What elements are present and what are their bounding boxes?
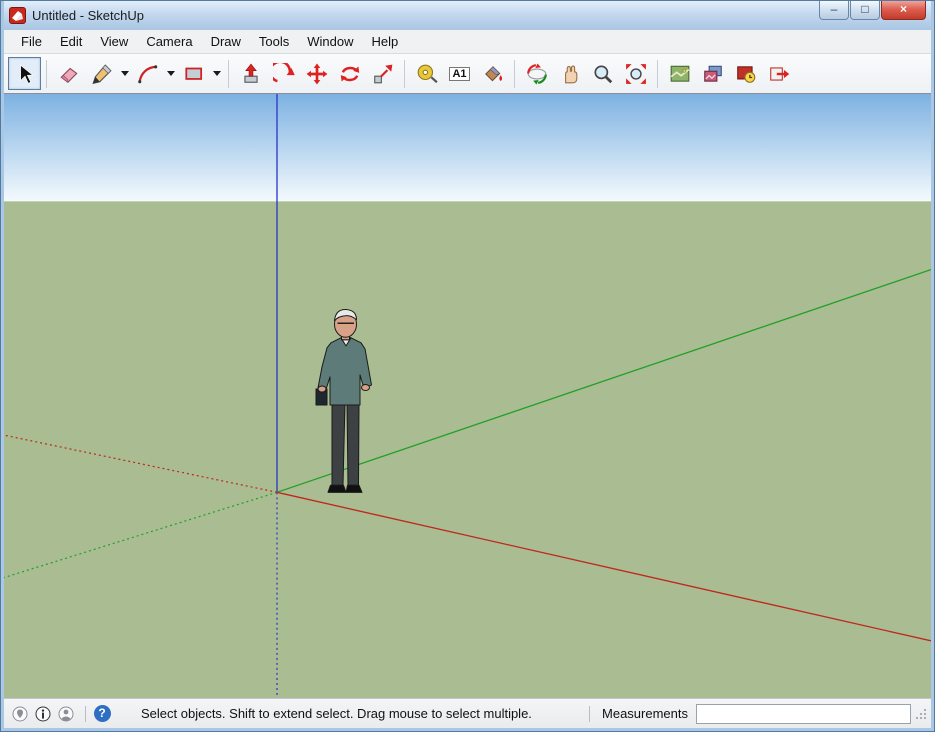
measurements-input[interactable] [696, 704, 911, 724]
push-pull-icon [240, 63, 262, 85]
close-button[interactable]: × [881, 1, 926, 20]
photo-textures-icon [702, 63, 724, 85]
measurements-label: Measurements [602, 706, 688, 721]
sketchup-logo-icon [9, 7, 26, 24]
push-pull-tool-button[interactable] [234, 57, 267, 90]
maximize-button[interactable]: □ [850, 1, 880, 20]
line-tool-dropdown[interactable] [118, 57, 131, 90]
person-shoe [328, 485, 346, 492]
rectangle-tool-dropdown[interactable] [210, 57, 223, 90]
rectangle-icon [183, 63, 205, 85]
window-title: Untitled - SketchUp [32, 8, 144, 23]
add-location-button[interactable] [663, 57, 696, 90]
text-tool-icon: A1 [449, 67, 469, 81]
follow-me-icon [273, 63, 295, 85]
tape-measure-tool-button[interactable] [410, 57, 443, 90]
menu-edit[interactable]: Edit [51, 31, 91, 52]
person-hand [318, 386, 326, 392]
share-model-icon [768, 63, 790, 85]
toolbar-separator [404, 60, 405, 88]
geolocation-icon [11, 705, 29, 723]
statusbar-separator [85, 706, 86, 722]
chevron-down-icon [121, 71, 129, 76]
rotate-icon [339, 63, 361, 85]
sign-in-status-button[interactable] [56, 704, 76, 724]
measurements-area: Measurements [583, 704, 927, 724]
title-bar[interactable]: Untitled - SketchUp – □ × [4, 1, 931, 30]
pan-tool-button[interactable] [553, 57, 586, 90]
paint-bucket-icon [482, 63, 504, 85]
toolbar-separator [46, 60, 47, 88]
tape-measure-icon [416, 63, 438, 85]
rotate-tool-button[interactable] [333, 57, 366, 90]
viewport [4, 94, 931, 698]
window-controls: – □ × [818, 1, 926, 20]
arc-icon [137, 63, 159, 85]
get-models-button[interactable] [729, 57, 762, 90]
pencil-icon [91, 63, 113, 85]
sketchup-window: Untitled - SketchUp – □ × File Edit View… [0, 0, 935, 732]
scale-icon [372, 63, 394, 85]
menu-camera[interactable]: Camera [137, 31, 201, 52]
toolbar-separator [228, 60, 229, 88]
toolbar-separator [514, 60, 515, 88]
follow-me-tool-button[interactable] [267, 57, 300, 90]
chevron-down-icon [167, 71, 175, 76]
move-icon [306, 63, 328, 85]
chevron-down-icon [213, 71, 221, 76]
menu-tools[interactable]: Tools [250, 31, 298, 52]
orbit-icon [526, 63, 548, 85]
resize-grip[interactable] [915, 708, 927, 720]
eraser-tool-button[interactable] [52, 57, 85, 90]
line-tool-button[interactable] [85, 57, 118, 90]
scale-tool-button[interactable] [366, 57, 399, 90]
help-button[interactable]: ? [92, 704, 112, 724]
menu-help[interactable]: Help [363, 31, 408, 52]
resize-grip-icon [915, 708, 927, 720]
text-tool-button[interactable]: A1 [443, 57, 476, 90]
user-icon [57, 705, 75, 723]
select-tool-button[interactable] [8, 57, 41, 90]
toolbar-separator [657, 60, 658, 88]
add-location-icon [669, 63, 691, 85]
person-shoe [346, 485, 362, 492]
arc-tool-button[interactable] [131, 57, 164, 90]
help-icon: ? [94, 705, 111, 722]
orbit-tool-button[interactable] [520, 57, 553, 90]
menu-view[interactable]: View [91, 31, 137, 52]
rectangle-tool-button[interactable] [177, 57, 210, 90]
select-arrow-icon [14, 63, 36, 85]
photo-textures-button[interactable] [696, 57, 729, 90]
move-tool-button[interactable] [300, 57, 333, 90]
menu-file[interactable]: File [12, 31, 51, 52]
info-icon [34, 705, 52, 723]
minimize-button[interactable]: – [819, 1, 849, 20]
viewport-canvas[interactable] [4, 94, 931, 698]
geolocation-status-button[interactable] [10, 704, 30, 724]
eraser-icon [58, 63, 80, 85]
status-bar: ? Select objects. Shift to extend select… [4, 698, 931, 728]
person-hand [362, 384, 370, 390]
toolbar: A1 [4, 54, 931, 94]
person-pants [332, 403, 345, 485]
menu-window[interactable]: Window [298, 31, 362, 52]
ground [4, 201, 931, 698]
zoom-tool-button[interactable] [586, 57, 619, 90]
pan-hand-icon [559, 63, 581, 85]
sky [4, 94, 931, 201]
person-pants [347, 403, 359, 485]
menu-bar: File Edit View Camera Draw Tools Window … [4, 30, 931, 54]
menu-draw[interactable]: Draw [202, 31, 250, 52]
credits-status-button[interactable] [33, 704, 53, 724]
zoom-extents-tool-button[interactable] [619, 57, 652, 90]
get-models-icon [735, 63, 757, 85]
arc-tool-dropdown[interactable] [164, 57, 177, 90]
status-hint-text: Select objects. Shift to extend select. … [141, 706, 532, 721]
statusbar-separator [589, 706, 590, 722]
zoom-extents-icon [625, 63, 647, 85]
paint-bucket-tool-button[interactable] [476, 57, 509, 90]
zoom-magnifier-icon [592, 63, 614, 85]
share-model-button[interactable] [762, 57, 795, 90]
